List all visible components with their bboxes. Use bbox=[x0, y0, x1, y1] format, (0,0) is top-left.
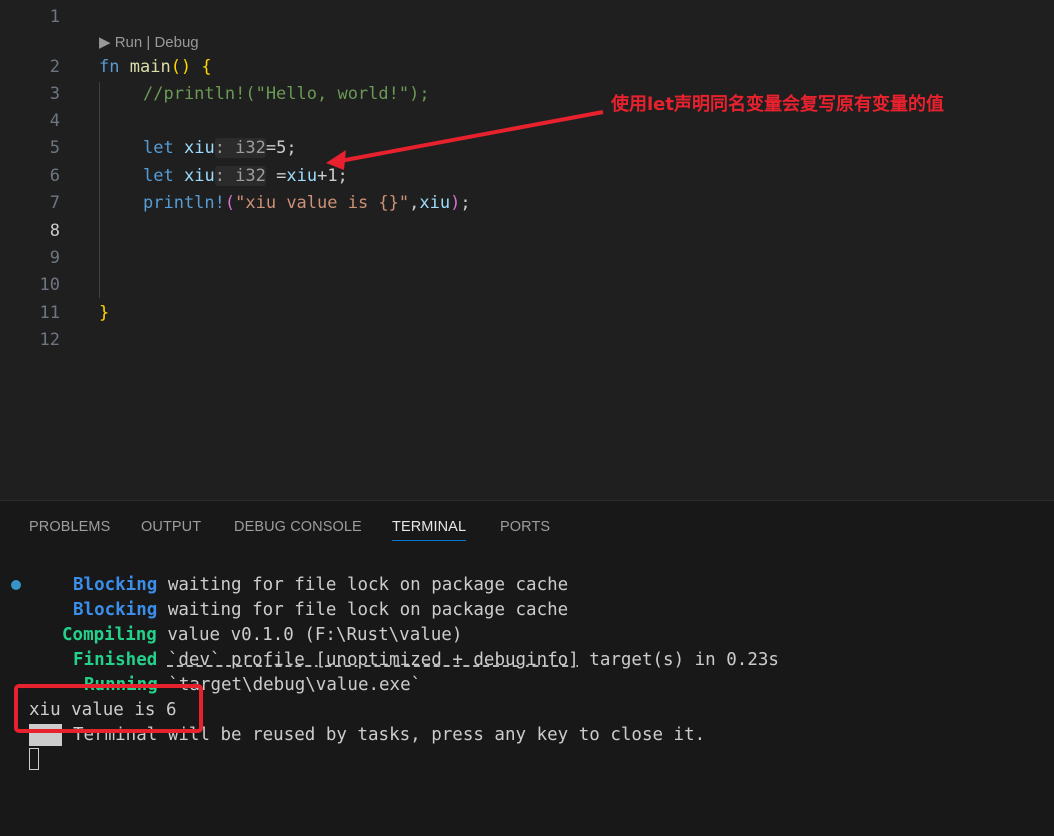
code-line-2[interactable]: fn main() { bbox=[99, 57, 212, 77]
line-number: 11 bbox=[39, 303, 60, 323]
paren: () bbox=[170, 57, 192, 77]
code-line-7[interactable]: println!("xiu value is {}",xiu); bbox=[143, 193, 471, 213]
variable: xiu bbox=[183, 138, 215, 158]
tab-terminal[interactable]: TERMINAL bbox=[392, 519, 467, 541]
line-number: 1 bbox=[49, 7, 60, 27]
code-line-11[interactable]: } bbox=[99, 303, 109, 323]
terminal-link[interactable]: `dev` profile [unoptimized + debuginfo] bbox=[168, 650, 579, 670]
code-line-3[interactable]: //println!("Hello, world!"); bbox=[143, 84, 430, 104]
line-number: 3 bbox=[49, 84, 60, 104]
cargo-status: Blocking bbox=[73, 600, 158, 620]
terminal-line: Blocking waiting for file lock on packag… bbox=[73, 598, 568, 622]
keyword: let bbox=[143, 166, 174, 186]
terminal-line: Finished `dev` profile [unoptimized + de… bbox=[73, 648, 779, 672]
variable: xiu bbox=[286, 166, 318, 186]
paren: ( bbox=[224, 193, 236, 213]
command-status-dot-icon[interactable] bbox=[11, 580, 21, 590]
brace: { bbox=[201, 57, 212, 77]
variable: xiu bbox=[183, 166, 215, 186]
terminal-line: Blocking waiting for file lock on packag… bbox=[73, 573, 568, 597]
terminal-cursor[interactable] bbox=[29, 748, 39, 770]
line-number: 9 bbox=[49, 248, 60, 268]
cargo-status: Compiling bbox=[62, 625, 157, 645]
string-literal: "xiu value is {}" bbox=[235, 193, 410, 213]
code-text: ; bbox=[460, 193, 471, 213]
annotation-note: 使用let声明同名变量会复写原有变量的值 bbox=[611, 94, 944, 115]
code-text: , bbox=[409, 193, 420, 213]
function-name: main bbox=[129, 57, 171, 77]
code-text: =5; bbox=[265, 138, 297, 158]
code-text: = bbox=[265, 166, 287, 186]
line-number: 10 bbox=[39, 275, 60, 295]
line-number-active: 8 bbox=[49, 221, 60, 241]
line-number: 7 bbox=[49, 193, 60, 213]
code-line-5[interactable]: let xiu: i32=5; bbox=[143, 138, 297, 158]
macro: println! bbox=[143, 193, 225, 213]
tab-output[interactable]: OUTPUT bbox=[141, 519, 201, 535]
tab-debug-console[interactable]: DEBUG CONSOLE bbox=[234, 519, 362, 535]
terminal-text: target(s) in 0.23s bbox=[578, 650, 779, 670]
tab-ports[interactable]: PORTS bbox=[500, 519, 550, 535]
keyword: fn bbox=[99, 57, 120, 77]
line-number: 5 bbox=[49, 138, 60, 158]
code-line-6[interactable]: let xiu: i32 =xiu+1; bbox=[143, 166, 348, 186]
code-editor[interactable]: 1 2 3 4 5 6 7 8 9 10 11 12 ▶ Run | Debug… bbox=[0, 0, 1054, 500]
terminal-text: waiting for file lock on package cache bbox=[157, 600, 569, 620]
brace: } bbox=[99, 303, 110, 323]
cargo-status: Blocking bbox=[73, 575, 158, 595]
comment: //println!("Hello, world!"); bbox=[143, 84, 430, 104]
keyword: let bbox=[143, 138, 174, 158]
paren: ) bbox=[450, 193, 461, 213]
line-number: 12 bbox=[39, 330, 60, 350]
line-number: 6 bbox=[49, 166, 60, 186]
indent-guide bbox=[99, 82, 100, 298]
type-inlay-hint: : i32 bbox=[214, 138, 266, 158]
terminal-text: waiting for file lock on package cache bbox=[157, 575, 569, 595]
output-highlight-box bbox=[14, 684, 203, 733]
variable: xiu bbox=[419, 193, 451, 213]
tab-problems[interactable]: PROBLEMS bbox=[29, 519, 110, 535]
cargo-status: Finished bbox=[73, 650, 158, 670]
line-number: 2 bbox=[49, 57, 60, 77]
code-text: +1; bbox=[317, 166, 348, 186]
type-inlay-hint: : i32 bbox=[214, 166, 266, 186]
terminal-text: value v0.1.0 (F:\Rust\value) bbox=[156, 625, 463, 645]
line-number: 4 bbox=[49, 111, 60, 131]
run-debug-codelens[interactable]: ▶ Run | Debug bbox=[99, 33, 199, 53]
terminal-line: Compiling value v0.1.0 (F:\Rust\value) bbox=[62, 623, 462, 647]
